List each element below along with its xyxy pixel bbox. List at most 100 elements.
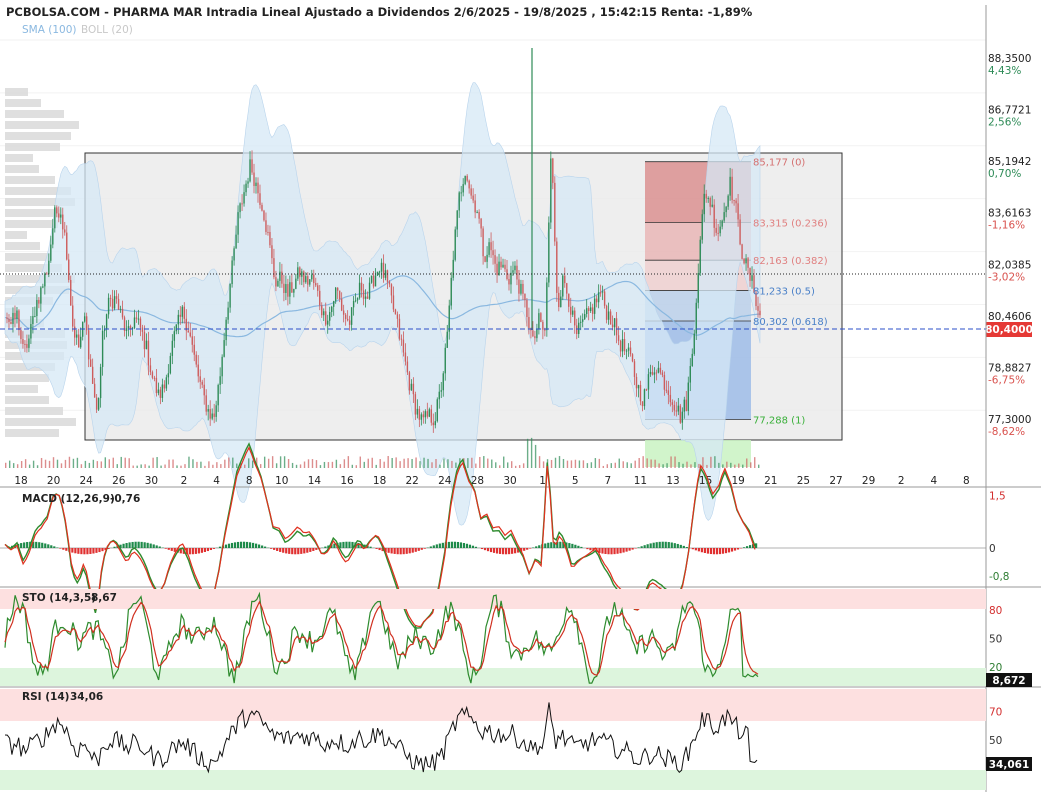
macd-hist-bar <box>44 543 47 548</box>
candle-body <box>111 298 114 309</box>
macd-hist-bar <box>646 544 649 548</box>
volume-bar <box>730 462 732 468</box>
candle-body <box>167 373 170 378</box>
candle-body <box>257 182 259 194</box>
macd-hist-bar <box>342 541 345 548</box>
price-pct-label: -3,02% <box>988 271 1025 283</box>
candle-body <box>261 204 263 211</box>
macd-hist-bar <box>155 545 158 548</box>
candle-body <box>68 259 70 280</box>
x-tick-label: 30 <box>503 475 516 487</box>
volume-profile-bar <box>5 121 79 129</box>
candle-body <box>336 287 339 291</box>
x-tick-label: 18 <box>373 475 386 487</box>
candle-body <box>76 334 78 338</box>
candle-body <box>89 359 92 367</box>
volume-bar <box>467 458 469 468</box>
volume-bar <box>451 460 453 468</box>
candle-body <box>301 271 303 277</box>
macd-hist-bar <box>715 548 719 555</box>
volume-profile-bar <box>5 374 49 382</box>
x-tick-label: 13 <box>666 475 679 487</box>
macd-hist-bar <box>285 548 288 554</box>
macd-hist-bar <box>258 544 261 548</box>
macd-hist-bar <box>703 548 706 554</box>
volume-bar <box>734 464 736 468</box>
candle-body <box>221 356 223 377</box>
volume-bar <box>750 462 752 468</box>
fib-level-label: 77,288 (1) <box>753 416 805 427</box>
x-tick-label: 4 <box>930 475 937 487</box>
volume-bar <box>678 462 680 468</box>
macd-hist-bar <box>92 548 95 554</box>
candle-body <box>689 366 691 383</box>
candle-body <box>329 312 331 321</box>
macd-hist-bar <box>619 548 622 554</box>
macd-hist-bar <box>203 548 206 552</box>
macd-hist-bar <box>577 545 580 548</box>
macd-tick-label: -0,8 <box>989 571 1010 583</box>
volume-bar <box>622 461 624 468</box>
candle-body <box>408 372 411 391</box>
macd-hist-bar <box>140 541 143 548</box>
candle-body <box>48 260 50 275</box>
volume-bar <box>746 458 748 468</box>
macd-hist-bar <box>643 545 646 548</box>
candle-body <box>687 382 689 411</box>
macd-hist-bar <box>462 543 466 548</box>
candle-body <box>72 305 74 327</box>
macd-hist-bar <box>273 548 276 550</box>
macd-hist-bar <box>420 548 423 550</box>
legend-boll: BOLL (20) <box>81 24 133 36</box>
candle-body <box>52 228 54 245</box>
candle-body <box>103 329 106 332</box>
macd-hist-bar <box>306 548 309 553</box>
candle-body <box>223 340 225 357</box>
rsi-oversold-zone <box>0 770 986 790</box>
x-tick-label: 8 <box>963 475 970 487</box>
macd-hist-bar <box>74 548 77 554</box>
volume-bar <box>686 461 688 468</box>
candle-body <box>83 316 86 322</box>
volume-bar <box>168 459 170 468</box>
macd-hist-bar <box>667 542 670 548</box>
candle-body <box>259 193 261 205</box>
macd-hist-bar <box>26 542 29 548</box>
candle-body <box>681 411 684 423</box>
volume-bar <box>52 457 55 468</box>
macd-hist-bar <box>218 546 222 548</box>
rsi-tick-label: 50 <box>989 735 1002 747</box>
candle-body <box>24 343 26 345</box>
macd-hist-bar <box>264 546 267 548</box>
candle-body <box>133 317 136 328</box>
macd-hist-bar <box>390 548 393 554</box>
candle-body <box>271 245 273 259</box>
candle-body <box>20 330 22 340</box>
candle-body <box>135 317 138 319</box>
macd-hist-bar <box>227 543 231 548</box>
x-tick-label: 8 <box>246 475 253 487</box>
candle-body <box>554 182 556 242</box>
volume-bar <box>24 459 27 468</box>
candle-body <box>741 244 743 259</box>
candle-body <box>78 334 80 348</box>
candle-body <box>490 242 492 251</box>
macd-hist-bar <box>137 541 140 548</box>
volume-bar <box>36 465 39 468</box>
price-pct-label: -6,75% <box>988 374 1025 386</box>
candle-body <box>472 195 474 201</box>
candle-body <box>701 214 703 240</box>
volume-bar <box>228 457 230 468</box>
macd-hist-bar <box>83 548 86 555</box>
volume-bar <box>100 461 103 468</box>
volume-bar <box>574 459 577 468</box>
price-tick-label: 80,4606 <box>988 311 1032 323</box>
candle-body <box>117 298 120 310</box>
candle-body <box>526 300 528 317</box>
macd-hist-bar <box>730 548 734 552</box>
candle-body <box>723 212 725 221</box>
macd-hist-bar <box>417 548 420 551</box>
candle-body <box>54 207 56 229</box>
fib-level-label: 80,302 (0.618) <box>753 317 828 328</box>
macd-hist-bar <box>538 545 541 548</box>
